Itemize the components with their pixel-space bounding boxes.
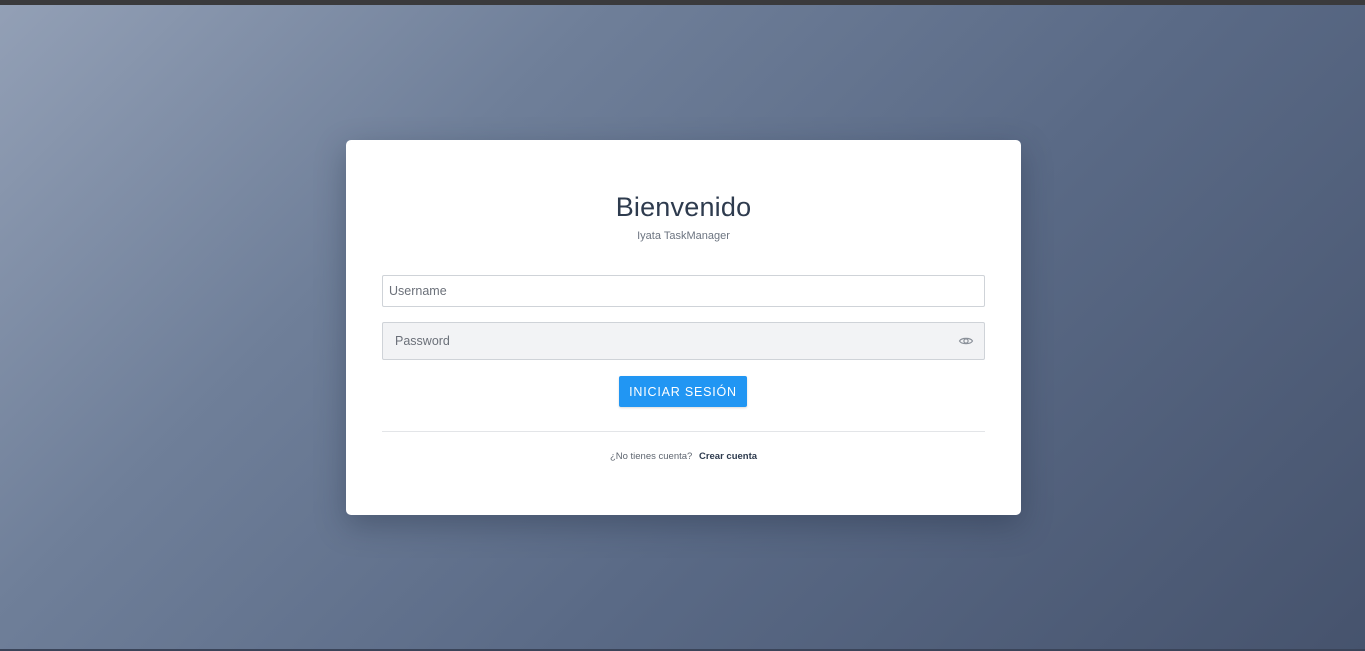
- app-subtitle: Iyata TaskManager: [637, 230, 730, 242]
- username-input[interactable]: [382, 275, 985, 307]
- password-input[interactable]: [383, 323, 943, 359]
- login-card: Bienvenido Iyata TaskManager INICIAR SES…: [346, 140, 1021, 515]
- signup-prompt: ¿No tienes cuenta?: [609, 451, 693, 462]
- login-button[interactable]: INICIAR SESIÓN: [619, 376, 747, 407]
- password-field-container: [382, 322, 985, 360]
- create-account-link[interactable]: Crear cuenta: [699, 451, 757, 462]
- browser-top-bar: [0, 0, 1365, 5]
- signup-row: ¿No tienes cuenta? Crear cuenta: [346, 451, 1021, 462]
- eye-icon[interactable]: [958, 333, 974, 349]
- page-title: Bienvenido: [615, 192, 752, 222]
- divider: [382, 431, 985, 432]
